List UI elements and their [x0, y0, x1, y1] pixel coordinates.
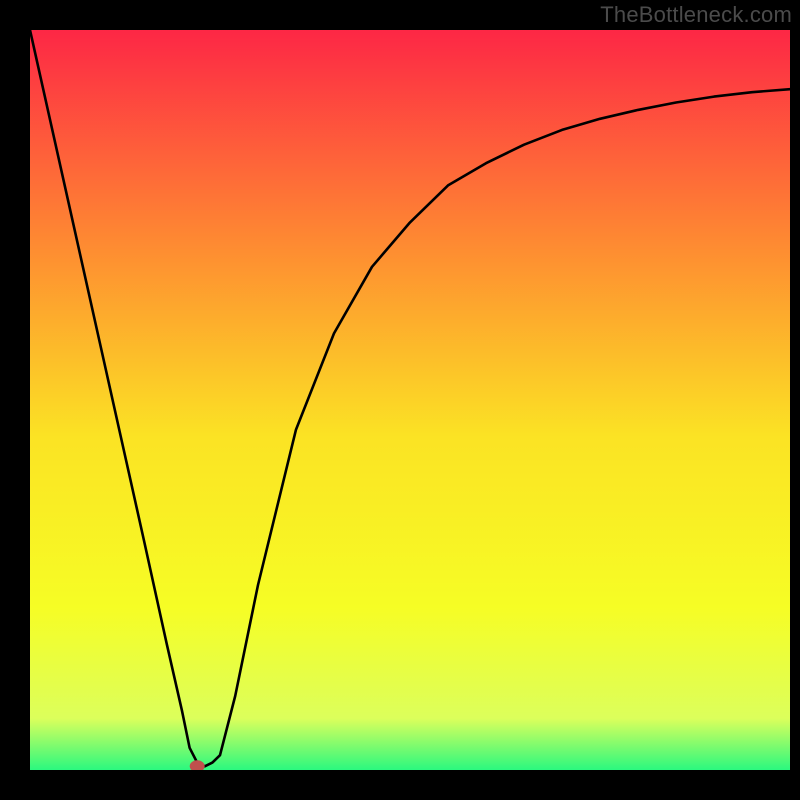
- optimal-point-marker: [190, 761, 204, 770]
- plot-area: [30, 30, 790, 770]
- chart-svg: [30, 30, 790, 770]
- chart-frame: TheBottleneck.com: [0, 0, 800, 800]
- watermark-text: TheBottleneck.com: [600, 2, 792, 28]
- gradient-background: [30, 30, 790, 770]
